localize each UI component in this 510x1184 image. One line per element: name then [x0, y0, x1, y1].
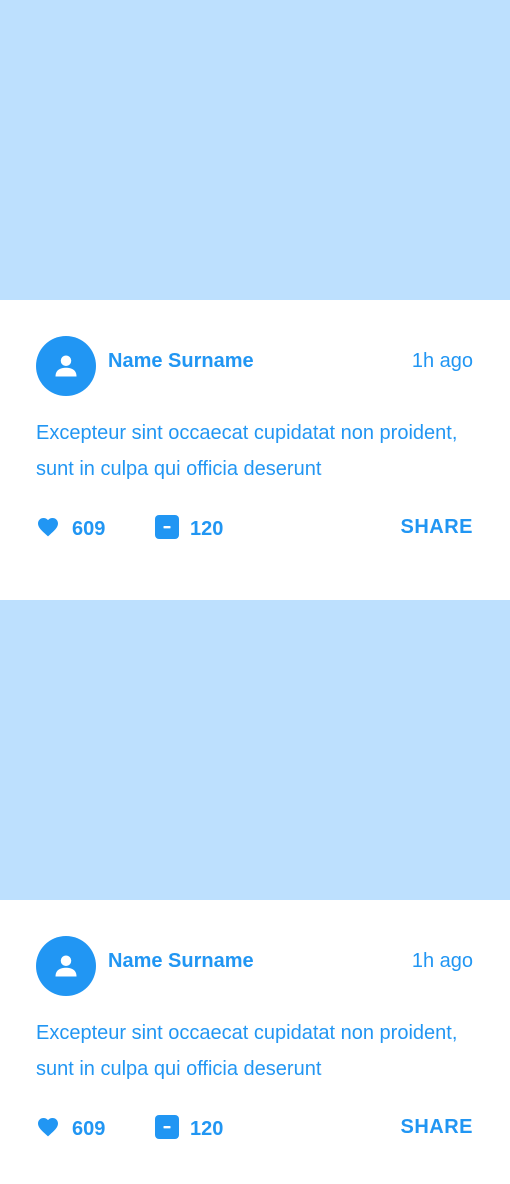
comment-icon[interactable] [155, 515, 179, 539]
share-button[interactable]: SHARE [400, 1115, 473, 1139]
heart-icon[interactable] [36, 1115, 60, 1139]
author-name[interactable]: Name Surname [108, 349, 254, 373]
comment-icon[interactable] [155, 1115, 179, 1139]
like-count: 609 [72, 518, 106, 540]
avatar[interactable] [36, 936, 96, 996]
author-name[interactable]: Name Surname [108, 949, 254, 973]
post-feed: Name Surname 1h ago Excepteur sint occae… [0, 0, 510, 1184]
comment-count: 120 [190, 1118, 224, 1140]
comment-count: 120 [190, 518, 224, 540]
post-timestamp: 1h ago [411, 950, 473, 972]
post-timestamp: 1h ago [411, 350, 473, 372]
post-text: Excepteur sint occaecat cupidatat non pr… [36, 1022, 458, 1080]
person-icon [55, 355, 77, 377]
post-body: Name Surname 1h ago Excepteur sint occae… [0, 900, 510, 1184]
post-body: Name Surname 1h ago Excepteur sint occae… [0, 300, 510, 600]
post-text: Excepteur sint occaecat cupidatat non pr… [36, 422, 458, 480]
post-card: Name Surname 1h ago Excepteur sint occae… [0, 0, 510, 600]
post-image[interactable] [0, 600, 510, 900]
heart-icon[interactable] [36, 515, 60, 539]
person-icon [55, 955, 77, 977]
like-count: 609 [72, 1118, 106, 1140]
post-card: Name Surname 1h ago Excepteur sint occae… [0, 600, 510, 1184]
share-button[interactable]: SHARE [400, 515, 473, 539]
avatar[interactable] [36, 336, 96, 396]
post-image[interactable] [0, 0, 510, 300]
